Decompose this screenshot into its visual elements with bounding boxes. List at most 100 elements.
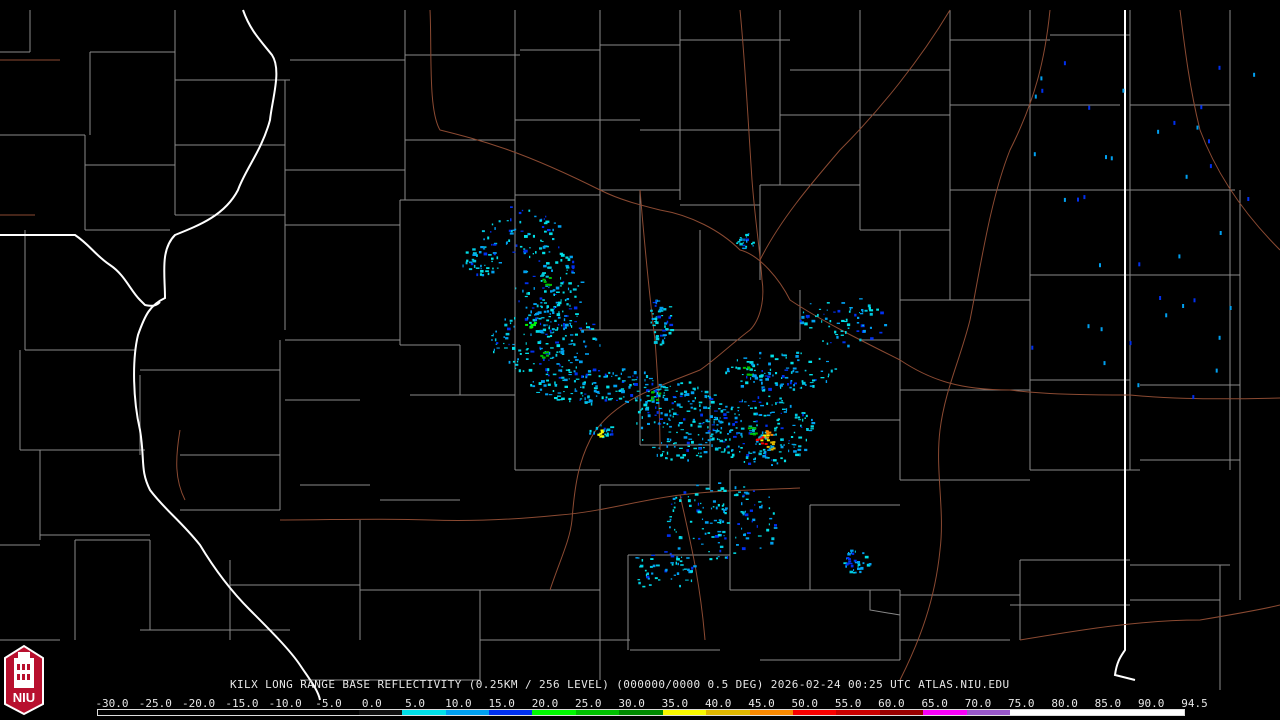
- echo-pixel: [766, 528, 770, 532]
- echo-pixel: [698, 452, 700, 454]
- echo-pixel: [759, 351, 762, 355]
- echo-pixel: [743, 486, 746, 488]
- echo-pixel: [510, 218, 512, 222]
- echo-pixel: [771, 411, 775, 413]
- echo-pixel: [527, 292, 530, 295]
- echo-pixel: [718, 408, 721, 410]
- scale-swatch: [445, 710, 489, 715]
- echo-pixel: [826, 360, 829, 363]
- echo-pixel: [742, 242, 744, 244]
- echo-core-pixel: [754, 432, 758, 435]
- echo-pixel: [697, 386, 699, 390]
- echo-pixel: [532, 275, 536, 277]
- echo-pixel: [778, 451, 782, 453]
- echo-pixel: [666, 423, 669, 426]
- echo-pixel: [645, 573, 647, 577]
- echo-pixel: [679, 499, 682, 502]
- echo-pixel: [627, 376, 631, 378]
- echo-pixel: [636, 390, 640, 392]
- echo-pixel: [698, 537, 701, 540]
- echo-pixel: [540, 239, 542, 242]
- echo-pixel: [681, 392, 684, 395]
- echo-pixel: [554, 319, 557, 322]
- echo-pixel: [640, 409, 642, 411]
- echo-pixel: [719, 420, 723, 424]
- echo-pixel: [758, 452, 762, 456]
- echo-core-pixel: [600, 431, 604, 434]
- echo-pixel: [845, 331, 847, 334]
- echo-pixel: [796, 351, 800, 354]
- echo-pixel: [595, 428, 598, 431]
- scale-swatch: [749, 710, 793, 715]
- echo-pixel: [673, 574, 676, 576]
- echo-pixel: [510, 206, 513, 208]
- echo-pixel: [645, 383, 649, 386]
- echo-pixel: [556, 344, 561, 348]
- echo-pixel: [788, 449, 790, 453]
- echo-pixel: [557, 316, 561, 319]
- echo-pixel: [849, 308, 852, 311]
- echo-pixel: [677, 383, 680, 386]
- echo-pixel: [750, 407, 753, 409]
- echo-pixel: [643, 371, 646, 375]
- echo-pixel: [712, 428, 715, 431]
- echo-pixel: [567, 287, 570, 291]
- echo-pixel: [693, 389, 696, 391]
- echo-pixel: [565, 272, 568, 275]
- echo-pixel: [745, 236, 748, 238]
- echo-pixel: [869, 326, 872, 329]
- echo-pixel: [744, 510, 746, 513]
- echo-pixel: [781, 400, 783, 402]
- echo-pixel: [644, 569, 647, 572]
- echo-pixel: [660, 386, 663, 388]
- echo-pixel: [668, 306, 673, 308]
- echo-pixel: [554, 381, 556, 384]
- echo-pixel: [752, 400, 756, 402]
- echo-pixel: [847, 553, 851, 556]
- echo-pixel: [657, 315, 661, 319]
- echo-pixel: [494, 227, 496, 230]
- echo-pixel: [491, 260, 493, 263]
- echo-pixel: [779, 401, 784, 404]
- echo-pixel: [697, 425, 702, 428]
- echo-pixel: [650, 309, 653, 312]
- echo-pixel: [783, 354, 787, 357]
- echo-pixel: [547, 229, 551, 232]
- echo-pixel: [710, 400, 715, 404]
- echo-pixel: [580, 392, 583, 395]
- echo-pixel: [771, 464, 773, 466]
- echo-pixel: [1138, 262, 1141, 267]
- echo-pixel: [672, 396, 677, 398]
- echo-pixel: [569, 304, 571, 307]
- echo-pixel: [572, 288, 577, 291]
- echo-pixel: [676, 403, 681, 407]
- echo-pixel: [707, 407, 711, 409]
- echo-pixel: [565, 266, 570, 269]
- echo-pixel: [636, 376, 638, 379]
- echo-pixel: [535, 251, 537, 254]
- echo-pixel: [737, 240, 741, 243]
- echo-pixel: [564, 299, 567, 302]
- echo-pixel: [512, 360, 516, 363]
- echo-pixel: [640, 398, 642, 402]
- echo-pixel: [573, 306, 578, 310]
- echo-pixel: [749, 452, 753, 454]
- echo-pixel: [647, 422, 650, 425]
- echo-pixel: [556, 303, 561, 307]
- echo-pixel: [780, 457, 783, 460]
- echo-pixel: [573, 343, 576, 346]
- echo-pixel: [770, 445, 772, 448]
- echo-pixel: [548, 394, 553, 396]
- echo-pixel: [773, 527, 778, 529]
- echo-pixel: [670, 503, 673, 505]
- echo-pixel: [868, 563, 872, 566]
- scale-label: 94.5: [1181, 697, 1208, 710]
- echo-pixel: [658, 579, 661, 581]
- echo-pixel: [525, 342, 527, 345]
- echo-pixel: [739, 237, 742, 239]
- echo-pixel: [544, 230, 547, 233]
- echo-pixel: [1040, 76, 1043, 81]
- echo-pixel: [758, 443, 761, 445]
- echo-core-pixel: [650, 398, 654, 401]
- state-boundaries: [0, 9, 1136, 701]
